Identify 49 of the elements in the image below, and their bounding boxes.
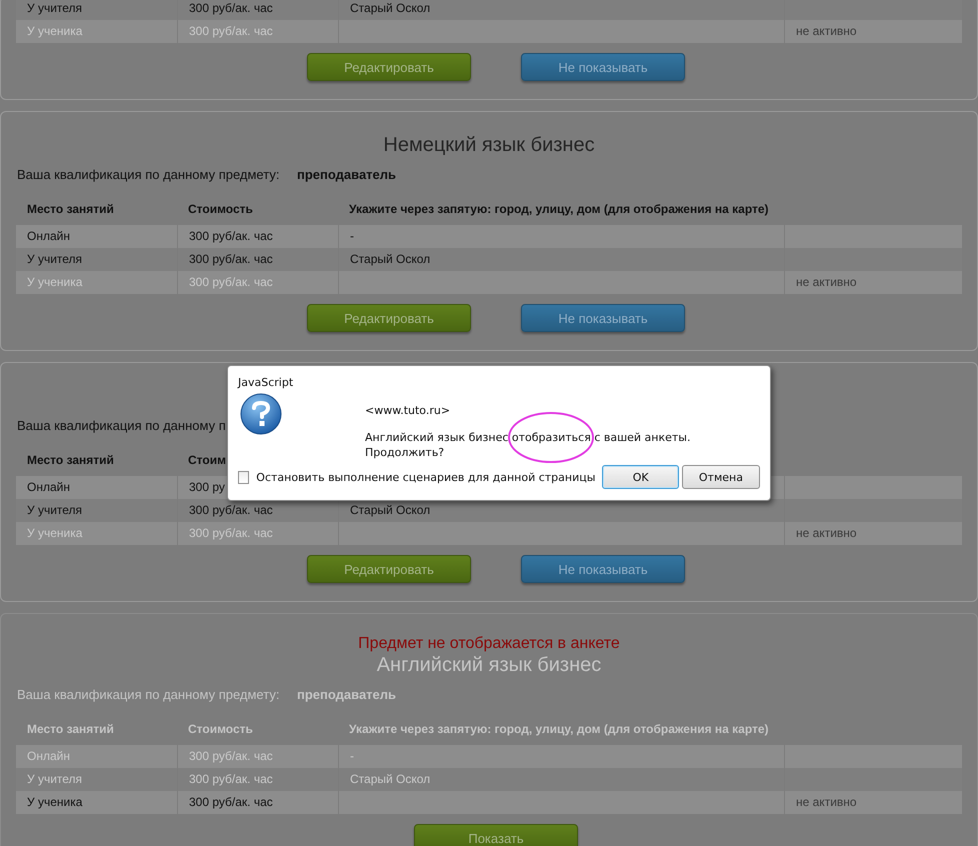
table-cell-text: У ученика bbox=[26, 794, 84, 811]
hide-button[interactable]: Не показывать bbox=[521, 53, 685, 81]
qualification-label: Ваша квалификация по данному предмету: bbox=[16, 686, 280, 704]
table-cell-text: У учителя bbox=[26, 502, 84, 519]
column-header: Место занятий bbox=[26, 202, 115, 216]
edit-button[interactable]: Редактировать bbox=[307, 53, 471, 81]
dialog-message: Английский язык бизнес отобразиться с вашей анкеты. bbox=[365, 430, 690, 445]
table-cell: 300 руб/ак. час bbox=[177, 20, 338, 43]
dialog-question: Продолжить? bbox=[365, 445, 446, 460]
table-cell: не активно bbox=[784, 271, 965, 294]
column-header: Стоим bbox=[187, 453, 227, 467]
status-note: Предмет не отображается в анкете bbox=[357, 635, 621, 653]
table-cell-text: Онлайн bbox=[26, 479, 71, 496]
dialog-source: <www.tuto.ru> bbox=[365, 403, 452, 418]
table-cell: 300 руб/ак. час bbox=[177, 271, 338, 294]
column-header: Укажите через запятую: город, улицу, дом (для отображения на карте) bbox=[348, 722, 770, 736]
table-cell: не активно bbox=[784, 522, 965, 545]
table-cell: 300 руб/ак. час bbox=[177, 791, 338, 814]
column-header: Укажите через запятую: город, улицу, дом (для отображения на карте) bbox=[348, 202, 770, 216]
qualification-label: Ваша квалификация по данному п bbox=[16, 417, 227, 435]
column-header: Место занятий bbox=[26, 722, 115, 736]
checkbox[interactable] bbox=[238, 470, 250, 484]
dialog-title: JavaScript bbox=[238, 376, 294, 390]
table-cell-text: У ученика bbox=[26, 274, 84, 291]
qualification-label: Ваша квалификация по данному предмету: bbox=[16, 166, 280, 184]
subject-title: Немецкий язык бизнес bbox=[382, 133, 596, 157]
table-cell-text: У учителя bbox=[26, 0, 84, 17]
subject-title: Английский язык бизнес bbox=[376, 653, 602, 677]
table-cell-text: У ученика bbox=[26, 525, 84, 542]
table-cell-text: У учителя bbox=[26, 251, 84, 268]
hide-button[interactable]: Не показывать bbox=[521, 304, 685, 332]
column-header: Стоимость bbox=[187, 202, 254, 216]
cancel-button[interactable]: Отмена bbox=[682, 465, 760, 489]
qualification-value: преподаватель bbox=[297, 686, 396, 704]
table-cell: не активно bbox=[784, 20, 965, 43]
table-cell-text: У ученика bbox=[26, 23, 84, 40]
table-cell-text: Онлайн bbox=[26, 228, 71, 245]
edit-button[interactable]: Редактировать bbox=[307, 304, 471, 332]
table-cell-text: У учителя bbox=[26, 771, 84, 788]
table-cell: 300 руб/ак. час bbox=[177, 522, 338, 545]
question-icon bbox=[240, 393, 282, 435]
edit-button[interactable]: Редактировать bbox=[307, 555, 471, 583]
table-cell-text: Онлайн bbox=[26, 748, 71, 765]
column-header: Место занятий bbox=[26, 453, 115, 467]
column-header: Стоимость bbox=[187, 722, 254, 736]
table-cell: не активно bbox=[784, 791, 965, 814]
ok-button[interactable]: OK bbox=[602, 465, 679, 489]
hide-button[interactable]: Не показывать bbox=[521, 555, 685, 583]
qualification-value: преподаватель bbox=[297, 166, 396, 184]
